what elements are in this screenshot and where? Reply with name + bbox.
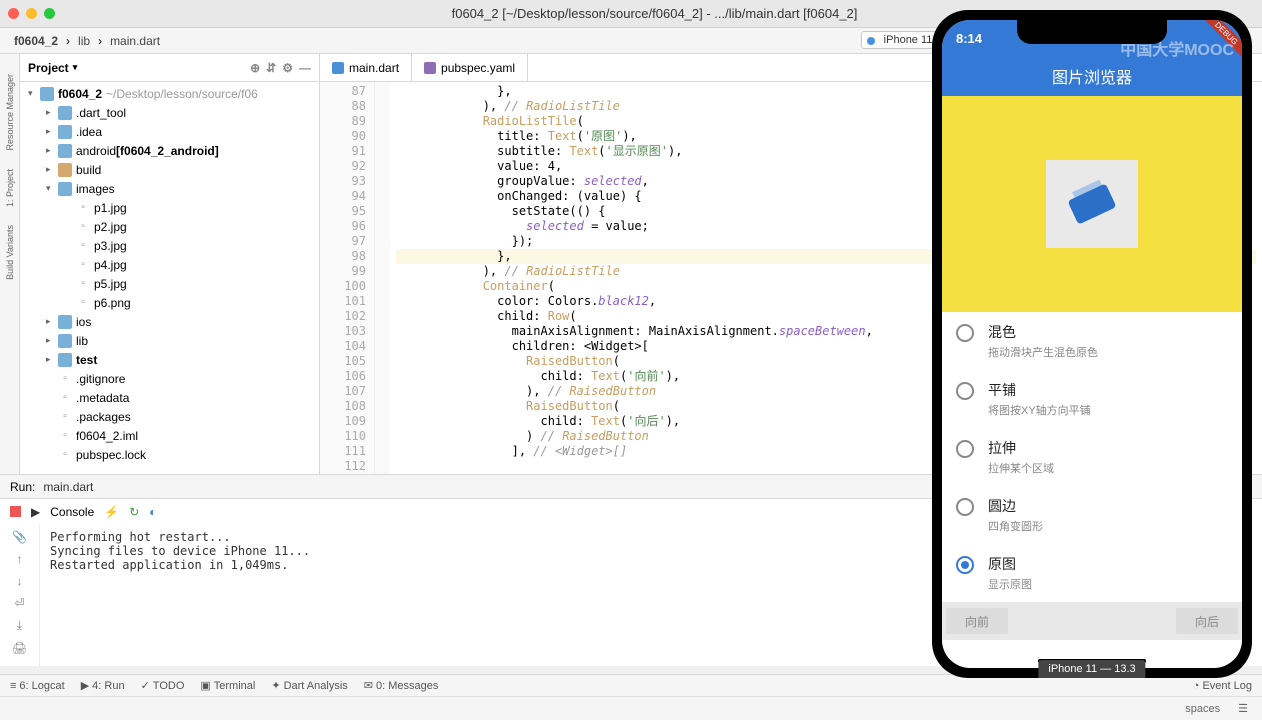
project-panel: Project▾ ⊕ ⇵ ⚙ — ▾f0604_2~/Desktop/lesso… bbox=[20, 54, 320, 474]
collapse-icon[interactable]: ⇵ bbox=[266, 61, 276, 75]
tree-item[interactable]: ▸test bbox=[20, 350, 319, 369]
project-tree[interactable]: ▾f0604_2~/Desktop/lesson/source/f06 ▸.da… bbox=[20, 82, 319, 474]
tree-item[interactable]: ▫f0604_2.iml bbox=[20, 426, 319, 445]
displayed-image bbox=[1046, 160, 1138, 248]
stop-button[interactable] bbox=[10, 506, 21, 517]
tab-event-log[interactable]: ◔ Event Log bbox=[1193, 680, 1252, 692]
tree-item[interactable]: ▫p3.jpg bbox=[20, 236, 319, 255]
line-gutter: 8788899091929394959697989910010110210310… bbox=[320, 82, 375, 474]
down-icon[interactable]: ↓ bbox=[17, 574, 23, 588]
zoom-icon[interactable] bbox=[44, 8, 55, 19]
tree-item[interactable]: ▫pubspec.lock bbox=[20, 445, 319, 464]
hot-reload-icon[interactable]: ⚡ bbox=[104, 505, 119, 519]
gear-icon[interactable]: ⚙ bbox=[282, 61, 293, 75]
tree-item[interactable]: ▸.idea bbox=[20, 122, 319, 141]
tab-dart-analysis[interactable]: ✦ Dart Analysis bbox=[271, 679, 347, 692]
nav-button-row: 向前 向后 bbox=[942, 602, 1242, 640]
prev-button[interactable]: 向前 bbox=[946, 608, 1008, 634]
run-label: Run: bbox=[10, 480, 35, 494]
devtools-icon[interactable]: ◐ bbox=[149, 505, 156, 519]
minimize-icon[interactable] bbox=[26, 8, 37, 19]
breadcrumb-folder[interactable]: lib bbox=[74, 34, 94, 48]
tree-item[interactable]: ▫p4.jpg bbox=[20, 255, 319, 274]
phone-appbar: 图片浏览器 中国大学MOOC bbox=[942, 56, 1242, 96]
radio-list: 混色拖动滑块产生混色原色 平铺将图按XY轴方向平铺 拉伸拉伸某个区域 圆边四角变… bbox=[942, 312, 1242, 602]
next-button[interactable]: 向后 bbox=[1176, 608, 1238, 634]
radio-icon[interactable] bbox=[956, 382, 974, 400]
tree-item[interactable]: ▫p1.jpg bbox=[20, 198, 319, 217]
tree-item[interactable]: ▸build bbox=[20, 160, 319, 179]
tab-terminal[interactable]: ▣ Terminal bbox=[200, 679, 255, 692]
radio-item[interactable]: 拉伸拉伸某个区域 bbox=[942, 428, 1242, 486]
scroll-icon[interactable]: ⤓ bbox=[17, 618, 22, 633]
left-tool-strip: Resource Manager 1: Project Build Varian… bbox=[0, 54, 20, 474]
tree-root[interactable]: ▾f0604_2~/Desktop/lesson/source/f06 bbox=[20, 84, 319, 103]
tree-item[interactable]: ▫p6.png bbox=[20, 293, 319, 312]
sidetab-project[interactable]: 1: Project bbox=[5, 169, 15, 207]
tree-item[interactable]: ▾images bbox=[20, 179, 319, 198]
editor-tab-pubspec[interactable]: pubspec.yaml bbox=[412, 54, 528, 81]
tree-item[interactable]: ▫p5.jpg bbox=[20, 274, 319, 293]
run-target[interactable]: main.dart bbox=[43, 480, 93, 494]
tab-logcat[interactable]: ≡ 6: Logcat bbox=[10, 680, 65, 692]
status-spaces[interactable]: spaces bbox=[1185, 703, 1220, 715]
simulator-label: iPhone 11 — 13.3 bbox=[1038, 660, 1145, 678]
tab-run[interactable]: ▶ 4: Run bbox=[81, 679, 125, 692]
radio-icon[interactable] bbox=[956, 440, 974, 458]
editor-tab-main[interactable]: main.dart bbox=[320, 54, 412, 81]
radio-icon[interactable] bbox=[956, 498, 974, 516]
status-bar: spaces ☰ bbox=[0, 696, 1262, 720]
image-viewer-area bbox=[942, 96, 1242, 312]
simulator-screen[interactable]: 8:14 图片浏览器 中国大学MOOC 混色拖动滑块产生混色原色 平铺将图按XY… bbox=[942, 20, 1242, 668]
sidetab-resource-manager[interactable]: Resource Manager bbox=[5, 74, 15, 151]
status-menu-icon[interactable]: ☰ bbox=[1238, 702, 1248, 715]
wrap-icon[interactable]: ⏎ bbox=[14, 596, 24, 610]
tree-item[interactable]: ▸android [f0604_2_android] bbox=[20, 141, 319, 160]
up-icon[interactable]: ↑ bbox=[17, 552, 23, 566]
attach-icon[interactable]: 📎 bbox=[12, 530, 27, 544]
window-controls[interactable] bbox=[8, 8, 55, 19]
console-tab[interactable]: Console bbox=[50, 505, 94, 519]
tab-messages[interactable]: ✉ 0: Messages bbox=[364, 679, 439, 692]
tree-item[interactable]: ▸ios bbox=[20, 312, 319, 331]
radio-icon[interactable] bbox=[956, 324, 974, 342]
locate-icon[interactable]: ⊕ bbox=[250, 61, 260, 75]
radio-item[interactable]: 混色拖动滑块产生混色原色 bbox=[942, 312, 1242, 370]
phone-notch bbox=[1017, 20, 1167, 44]
console-side-actions: 📎 ↑ ↓ ⏎ ⤓ 🖨 bbox=[0, 524, 40, 666]
tree-item[interactable]: ▸lib bbox=[20, 331, 319, 350]
simulator-frame: 8:14 图片浏览器 中国大学MOOC 混色拖动滑块产生混色原色 平铺将图按XY… bbox=[932, 10, 1252, 678]
project-panel-header[interactable]: Project▾ ⊕ ⇵ ⚙ — bbox=[20, 54, 319, 82]
tree-item[interactable]: ▸.dart_tool bbox=[20, 103, 319, 122]
tree-item[interactable]: ▫p2.jpg bbox=[20, 217, 319, 236]
radio-icon[interactable] bbox=[956, 556, 974, 574]
radio-item[interactable]: 原图显示原图 bbox=[942, 544, 1242, 602]
tree-item[interactable]: ▫.packages bbox=[20, 407, 319, 426]
hot-restart-icon[interactable]: ↻ bbox=[129, 505, 139, 519]
tree-item[interactable]: ▫.metadata bbox=[20, 388, 319, 407]
close-icon[interactable] bbox=[8, 8, 19, 19]
radio-item[interactable]: 圆边四角变圆形 bbox=[942, 486, 1242, 544]
print-icon[interactable]: 🖨 bbox=[12, 641, 27, 655]
breadcrumb-file[interactable]: main.dart bbox=[106, 34, 164, 48]
hide-icon[interactable]: — bbox=[299, 61, 311, 75]
breadcrumb-root[interactable]: f0604_2 bbox=[10, 34, 62, 48]
tab-todo[interactable]: ✓ TODO bbox=[141, 679, 185, 692]
sidetab-build-variants[interactable]: Build Variants bbox=[5, 225, 15, 280]
tree-item[interactable]: ▫.gitignore bbox=[20, 369, 319, 388]
radio-item[interactable]: 平铺将图按XY轴方向平铺 bbox=[942, 370, 1242, 428]
rerun-button[interactable]: ▶ bbox=[31, 505, 40, 519]
